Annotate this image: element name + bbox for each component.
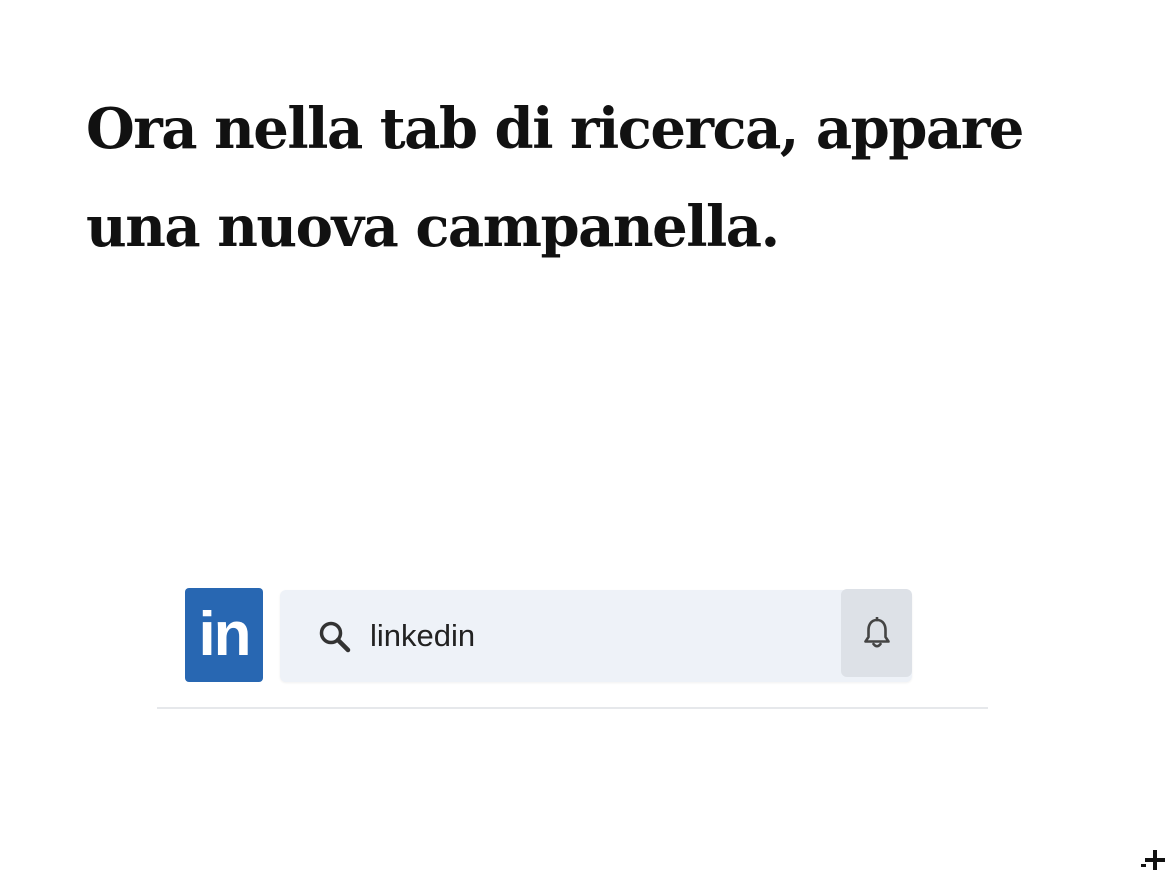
linkedin-logo[interactable]: in — [185, 588, 263, 682]
linkedin-toolbar: in — [157, 580, 988, 710]
linkedin-logo-text: in — [198, 600, 251, 669]
toolbar-divider — [157, 707, 988, 709]
sparkle-icon — [1141, 850, 1165, 870]
headline-line-1: Ora nella tab di ricerca, appare — [86, 96, 1024, 162]
search-icon — [319, 621, 351, 653]
search-input[interactable] — [370, 590, 830, 682]
headline: Ora nella tab di ricerca, appare una nuo… — [86, 80, 1126, 276]
headline-line-2: una nuova campanella. — [86, 194, 780, 260]
search-bar[interactable] — [280, 590, 912, 682]
bell-icon — [864, 617, 890, 648]
notification-bell-button[interactable] — [841, 589, 912, 677]
slide: Ora nella tab di ricerca, appare una nuo… — [0, 0, 1170, 873]
